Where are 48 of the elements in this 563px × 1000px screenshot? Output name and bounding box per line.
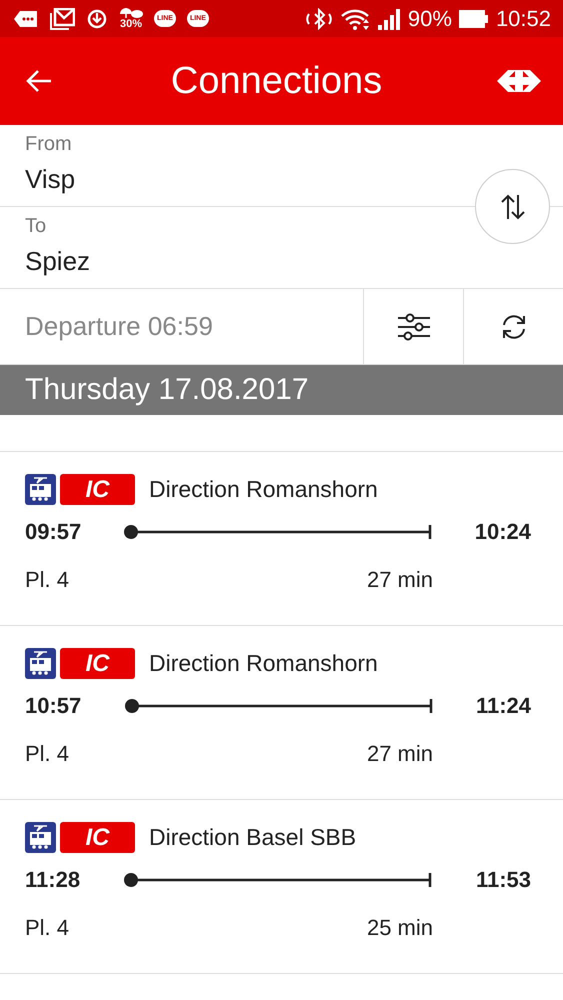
locomotive-icon [25, 474, 56, 505]
connection-card[interactable]: IC Direction Romanshorn 10:57 11:24 Pl. 4 27 min [0, 626, 563, 800]
screen-title: Connections [170, 60, 382, 102]
arrival-time: 11:24 [476, 693, 531, 719]
date-header: Thursday 17.08.2017 [0, 365, 563, 415]
duration-text: 25 min [366, 915, 433, 941]
train-category-badge: IC [60, 474, 135, 505]
arrival-time: 10:24 [474, 519, 531, 545]
connection-card[interactable]: IC Direction Basel SBB 11:28 11:53 Pl. 4 25 min [0, 800, 563, 974]
direction-text: Direction Basel SBB [149, 824, 356, 851]
platform-text: Pl. 4 [25, 567, 70, 593]
bluetooth-icon [304, 8, 333, 30]
from-value: Visp [25, 164, 76, 195]
signal-icon [376, 8, 401, 30]
back-arrow-icon [26, 69, 52, 93]
train-category-badge: IC [60, 648, 135, 679]
locomotive-icon [25, 822, 56, 853]
weather-icon [119, 7, 143, 19]
message-icon [14, 10, 38, 28]
departure-time: 09:57 [25, 519, 82, 545]
departure-time: 10:57 [25, 693, 82, 719]
direction-text: Direction Romanshorn [149, 476, 378, 503]
wifi-icon [340, 8, 370, 30]
duration-text: 27 min [366, 567, 433, 593]
mail-icon [49, 8, 75, 30]
download-icon [86, 8, 108, 30]
train-category-badge: IC [60, 822, 135, 853]
battery-icon [458, 8, 489, 28]
connection-card[interactable]: IC Direction Romanshorn 09:57 10:24 Pl. 4 27 min [0, 452, 563, 626]
battery-percent: 90% [408, 6, 452, 32]
journey-line-icon [124, 698, 434, 714]
departure-time: 11:28 [25, 867, 80, 893]
departure-time-field[interactable]: Departure 06:59 [0, 289, 363, 364]
journey-line-icon [123, 524, 433, 540]
rain-chance: 30% [120, 19, 142, 30]
sliders-icon [396, 312, 430, 340]
from-label: From [25, 133, 73, 156]
arrival-time: 11:53 [476, 867, 531, 893]
duration-text: 27 min [366, 741, 433, 767]
clock: 10:52 [496, 6, 551, 32]
direction-text: Direction Romanshorn [149, 650, 378, 677]
to-label: To [25, 215, 48, 238]
platform-text: Pl. 4 [25, 915, 70, 941]
locomotive-icon [25, 648, 56, 679]
platform-text: Pl. 4 [25, 741, 70, 767]
to-value: Spiez [25, 246, 92, 277]
journey-line-icon [123, 872, 433, 888]
railway-logo-icon [497, 69, 541, 93]
